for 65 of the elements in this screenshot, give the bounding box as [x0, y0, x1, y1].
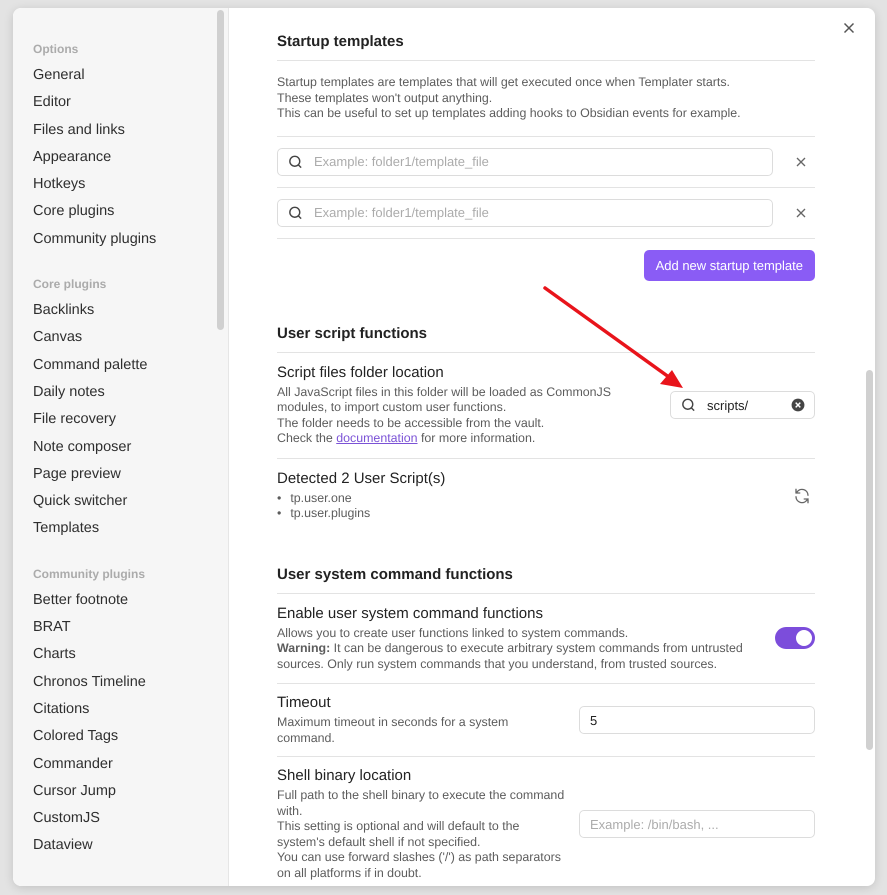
sidebar-item[interactable]: Editor — [33, 89, 228, 117]
list-bullet: • — [277, 506, 282, 522]
template-search-field[interactable]: Example: folder1/template_file — [277, 198, 773, 226]
sidebar-item[interactable]: Charts — [33, 641, 228, 669]
scrollbar-thumb[interactable] — [866, 370, 873, 750]
sidebar-item[interactable]: Colored Tags — [33, 723, 228, 751]
refresh-icon[interactable] — [793, 486, 811, 504]
text-input-field[interactable]: Example: /bin/bash, ... — [579, 810, 815, 838]
setting-description: Startup templates are templates that will get executed once when Templater starts. — [277, 75, 731, 90]
setting-name: Shell binary location — [277, 767, 412, 784]
sidebar-item[interactable]: Command palette — [33, 352, 228, 379]
setting-description: The folder needs to be accessible from the vault. — [277, 416, 546, 431]
sidebar-item[interactable]: Commander — [33, 750, 228, 778]
sidebar-item[interactable]: Hotkeys — [33, 171, 228, 198]
setting-name: Enable user system command functions — [277, 604, 544, 622]
documentation-link[interactable]: documentation — [336, 431, 418, 445]
sidebar-item[interactable]: BRAT — [33, 614, 228, 642]
sidebar-item[interactable]: Core plugins — [33, 198, 228, 226]
sidebar-item[interactable]: Files and links — [33, 116, 228, 144]
script-item: tp.user.plugins — [290, 506, 370, 522]
script-item: tp.user.one — [290, 490, 352, 506]
setting-name: Timeout — [277, 694, 332, 711]
sidebar-item[interactable]: General — [33, 62, 228, 90]
setting-description: Full path to the shell binary to execute the command with. — [277, 788, 565, 819]
section-heading: Startup templates — [277, 32, 815, 61]
sidebar-item[interactable]: Note composer — [33, 434, 228, 461]
toggle-switch[interactable] — [775, 627, 815, 650]
add-template-button[interactable]: Add new startup template — [644, 250, 815, 280]
sidebar-item[interactable]: Better footnote — [33, 586, 228, 614]
sidebar-item[interactable]: Appearance — [33, 144, 228, 172]
setting-description: Maximum timeout in seconds for a system command. — [277, 715, 510, 746]
sidebar-item[interactable]: Dataview — [33, 832, 228, 860]
folder-search-field[interactable]: scripts/ — [670, 391, 815, 419]
sidebar-item[interactable]: Daily notes — [33, 378, 228, 406]
sidebar-item[interactable]: Citations — [33, 696, 228, 724]
text-input-field[interactable]: 5 — [579, 706, 815, 734]
section-heading: User script functions — [277, 324, 815, 352]
sidebar-item[interactable]: Templates — [33, 515, 228, 543]
sidebar-item[interactable]: Community plugins — [33, 226, 228, 254]
sidebar-item[interactable]: File recovery — [33, 406, 228, 434]
setting-description: Allows you to create user functions linked to system commands. — [277, 626, 630, 641]
sidebar-heading: Core plugins — [33, 276, 108, 294]
template-search-field[interactable]: Example: folder1/template_file — [277, 148, 773, 176]
setting-description: This can be useful to set up templates adding hooks to Obsidian events for example. — [277, 106, 742, 122]
clear-icon[interactable] — [791, 398, 805, 412]
setting-name: Detected 2 User Script(s) — [277, 470, 446, 486]
sidebar-item[interactable]: Chronos Timeline — [33, 668, 228, 696]
setting-name: Script files folder location — [277, 364, 445, 380]
sidebar-item[interactable]: CustomJS — [33, 805, 228, 832]
sidebar-item[interactable]: Page preview — [33, 460, 228, 488]
setting-description: Warning: It can be dangerous to execute arbitrary system commands from untrusted sources. Only run system commands that you understand, from trusted sources. — [277, 641, 744, 672]
sidebar-item[interactable]: Canvas — [33, 324, 228, 352]
setting-description: You can use forward slashes ('/') as path separators on all platforms if in doubt. — [277, 850, 562, 881]
scrollbar-thumb[interactable] — [217, 10, 224, 330]
sidebar-item[interactable]: Backlinks — [33, 297, 228, 324]
sidebar-heading: Community plugins — [33, 566, 146, 583]
setting-description: This setting is optional and will default to the system's default shell if not specified. — [277, 819, 520, 850]
section-heading: User system command functions — [277, 564, 815, 594]
sidebar-item[interactable]: Cursor Jump — [33, 778, 228, 806]
setting-description: Check the documentation for more information. — [277, 431, 536, 446]
setting-description: These templates won't output anything. — [277, 90, 494, 106]
setting-description: All JavaScript files in this folder will be loaded as CommonJS modules, to import custom user functions. — [277, 384, 612, 416]
list-bullet: • — [277, 490, 282, 506]
sidebar-heading: Options — [33, 41, 80, 58]
sidebar-item[interactable]: Quick switcher — [33, 488, 228, 516]
